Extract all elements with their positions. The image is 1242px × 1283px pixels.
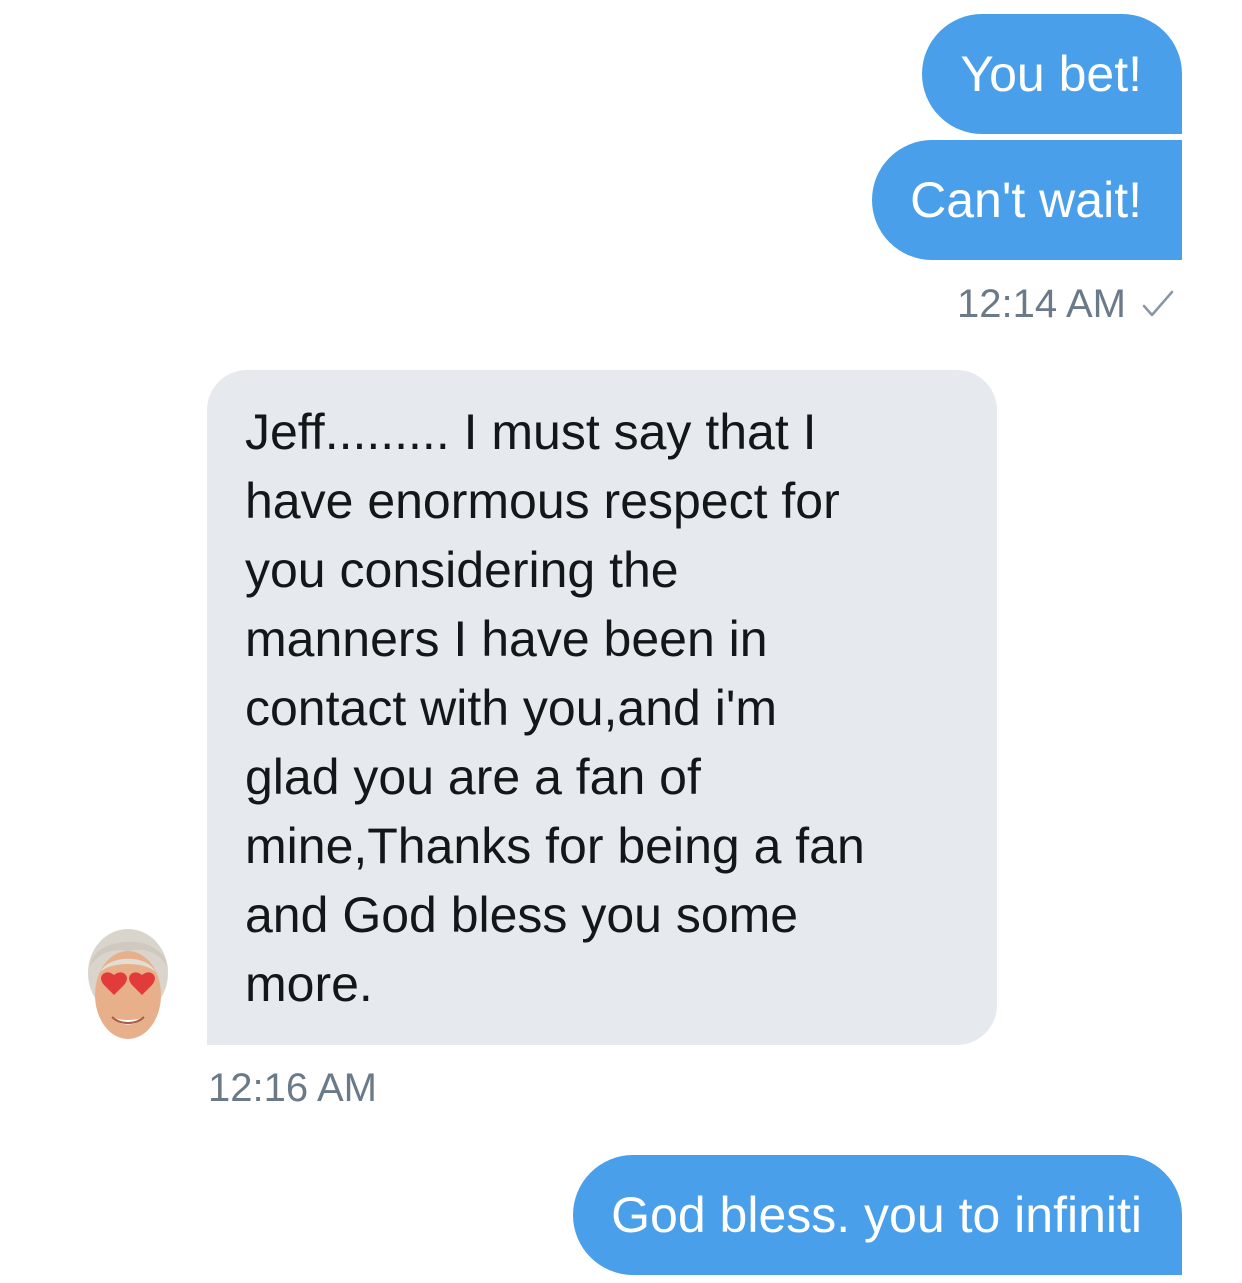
timestamp-text: 12:14 AM [956, 282, 1126, 326]
message-text: You bet! [960, 46, 1142, 102]
check-icon [1142, 290, 1174, 317]
message-text: God bless. you to infiniti [611, 1187, 1142, 1243]
message-line: more. [245, 956, 373, 1012]
message-text: Can't wait! [910, 172, 1142, 228]
outgoing-message-bubble[interactable]: You bet! [922, 14, 1182, 134]
timestamp-text: 12:16 AM [208, 1066, 378, 1110]
outgoing-message-bubble[interactable]: God bless. you to infiniti [573, 1155, 1182, 1275]
emoji-avatar-heart-eyes-icon[interactable] [78, 925, 178, 1043]
message-line: you considering the [245, 542, 679, 598]
message-line: and God bless you some [245, 887, 799, 943]
message-line: manners I have been in [245, 611, 768, 667]
message-timestamp: 12:16 AM [208, 1066, 377, 1110]
message-line: have enormous respect for [245, 473, 840, 529]
message-timestamp: 12:14 AM [957, 282, 1176, 326]
incoming-message-bubble[interactable]: Jeff......... I must say that I have eno… [207, 370, 997, 1045]
message-line: Jeff......... I must say that I [245, 404, 817, 460]
message-line: mine,Thanks for being a fan [245, 818, 865, 874]
outgoing-message-bubble[interactable]: Can't wait! [872, 140, 1182, 260]
message-line: glad you are a fan of [245, 749, 701, 805]
message-line: contact with you,and i'm [245, 680, 778, 736]
